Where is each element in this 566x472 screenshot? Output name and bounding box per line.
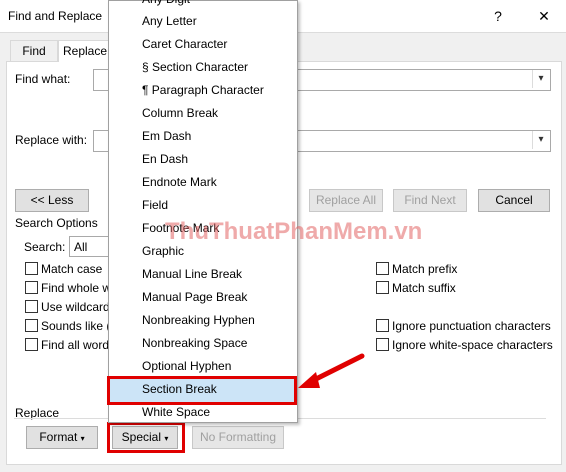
tab-find[interactable]: Find bbox=[10, 40, 58, 62]
dialog-title: Find and Replace bbox=[8, 9, 103, 23]
checkbox[interactable] bbox=[376, 281, 389, 294]
menu-item[interactable]: Any Digit bbox=[142, 0, 190, 9]
special-menu-items: Any Digit Any Letter Caret Character § S… bbox=[108, 0, 298, 421]
help-button[interactable]: ? bbox=[484, 6, 512, 26]
format-button-label: Format bbox=[39, 430, 78, 444]
use-wildcards-label: Use wildcard bbox=[41, 300, 110, 314]
menu-item[interactable]: Optional Hyphen bbox=[142, 356, 231, 376]
menu-item[interactable]: ¶ Paragraph Character bbox=[142, 80, 264, 100]
annotation-box bbox=[107, 376, 297, 405]
match-suffix-label: Match suffix bbox=[392, 281, 456, 295]
cancel-button[interactable]: Cancel bbox=[478, 189, 550, 212]
find-what-label: Find what: bbox=[15, 72, 71, 86]
menu-item[interactable]: En Dash bbox=[142, 149, 188, 169]
search-direction-select[interactable]: All bbox=[69, 236, 111, 257]
checkbox[interactable] bbox=[25, 300, 38, 313]
checkbox[interactable] bbox=[25, 281, 38, 294]
replace-all-button[interactable]: Replace All bbox=[309, 189, 383, 212]
close-button[interactable]: ✕ bbox=[530, 6, 558, 26]
checkbox[interactable] bbox=[25, 262, 38, 275]
find-all-word-forms-label: Find all word bbox=[41, 338, 110, 352]
ignore-whitespace-label: Ignore white-space characters bbox=[392, 338, 553, 352]
search-label: Search: bbox=[24, 240, 66, 254]
chevron-down-icon[interactable]: ▾ bbox=[532, 131, 549, 149]
checkbox[interactable] bbox=[376, 262, 389, 275]
menu-item[interactable]: Field bbox=[142, 195, 168, 215]
menu-item[interactable]: Column Break bbox=[142, 103, 218, 123]
dropdown-arrow-icon: ▾ bbox=[80, 434, 85, 443]
replace-with-label: Replace with: bbox=[15, 133, 88, 147]
ignore-punctuation-label: Ignore punctuation characters bbox=[392, 319, 551, 333]
annotation-box bbox=[107, 422, 185, 453]
menu-item[interactable]: Any Letter bbox=[142, 11, 197, 31]
menu-item[interactable]: Manual Line Break bbox=[142, 264, 242, 284]
chevron-down-icon[interactable]: ▾ bbox=[532, 70, 549, 88]
match-case-label: Match case bbox=[41, 262, 103, 276]
menu-item[interactable]: White Space bbox=[142, 402, 210, 422]
checkbox[interactable] bbox=[25, 338, 38, 351]
tab-replace[interactable]: Replace bbox=[58, 40, 112, 62]
menu-item[interactable]: Manual Page Break bbox=[142, 287, 247, 307]
menu-item[interactable]: Nonbreaking Space bbox=[142, 333, 247, 353]
menu-item[interactable]: Endnote Mark bbox=[142, 172, 217, 192]
find-next-button[interactable]: Find Next bbox=[393, 189, 467, 212]
search-options-heading: Search Options bbox=[15, 216, 98, 230]
checkbox[interactable] bbox=[376, 319, 389, 332]
menu-item[interactable]: § Section Character bbox=[142, 57, 248, 77]
menu-item[interactable]: Nonbreaking Hyphen bbox=[142, 310, 255, 330]
annotation-arrow-icon bbox=[298, 353, 365, 388]
format-button[interactable]: Format ▾ bbox=[26, 426, 98, 449]
match-prefix-label: Match prefix bbox=[392, 262, 458, 276]
search-direction-value: All bbox=[74, 240, 88, 254]
watermark: ThuThuatPhanMem.vn bbox=[165, 218, 423, 245]
checkbox[interactable] bbox=[25, 319, 38, 332]
menu-item[interactable]: Em Dash bbox=[142, 126, 191, 146]
no-formatting-button[interactable]: No Formatting bbox=[192, 426, 284, 449]
menu-item[interactable]: Caret Character bbox=[142, 34, 227, 54]
sounds-like-label: Sounds like ( bbox=[41, 319, 111, 333]
less-button[interactable]: << Less bbox=[15, 189, 89, 212]
find-whole-words-label: Find whole w bbox=[41, 281, 112, 295]
checkbox[interactable] bbox=[376, 338, 389, 351]
